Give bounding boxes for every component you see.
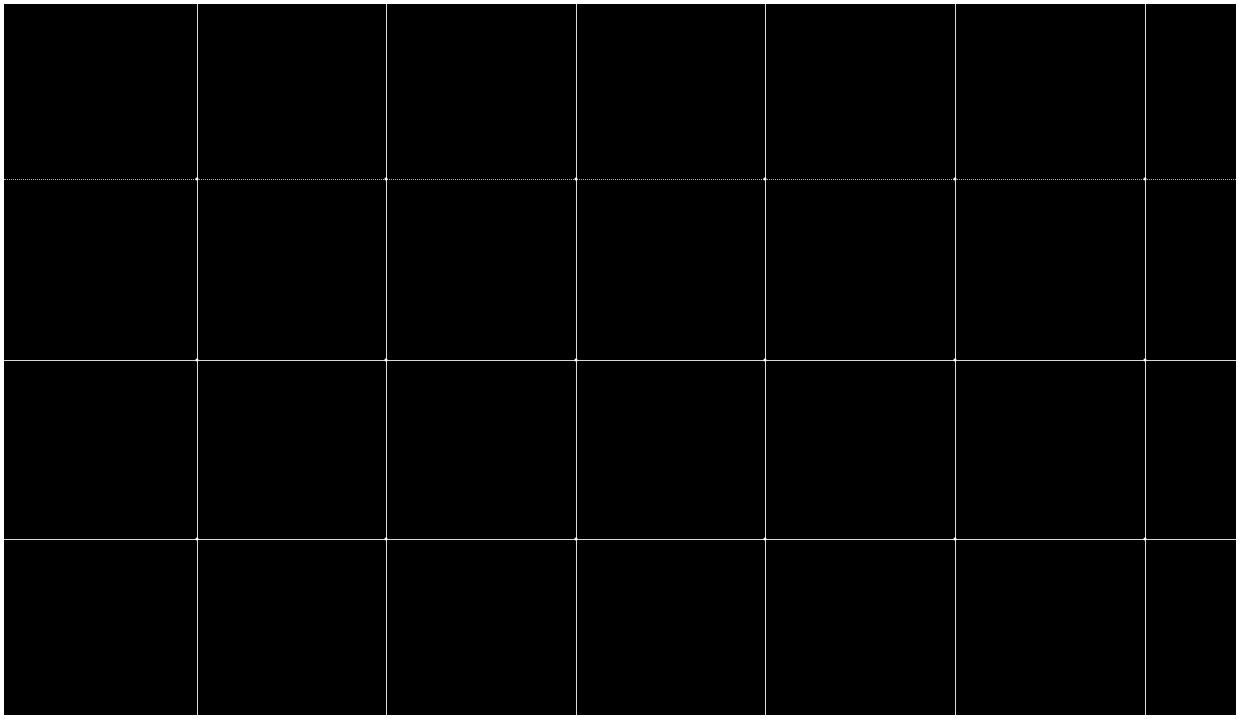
grid-intersection-dot: [954, 177, 957, 180]
grid-intersection-dot: [954, 358, 957, 361]
grid-line-horizontal: [4, 179, 1236, 180]
grid-intersection-dot: [1143, 358, 1146, 361]
grid-line-horizontal: [4, 360, 1236, 361]
grid-line-horizontal: [4, 539, 1236, 540]
grid-intersection-dot: [764, 358, 767, 361]
grid-intersection-dot: [196, 537, 199, 540]
grid-intersection-dot: [384, 537, 387, 540]
grid-intersection-dot: [196, 177, 199, 180]
grid-intersection-dot: [574, 537, 577, 540]
grid-intersection-dot: [764, 177, 767, 180]
grid-intersection-dot: [1143, 537, 1146, 540]
grid-intersection-dot: [954, 537, 957, 540]
grid-intersection-dot: [384, 177, 387, 180]
grid-intersection-dot: [574, 358, 577, 361]
grid-intersection-dot: [764, 537, 767, 540]
grid-intersection-dot: [574, 177, 577, 180]
grid-intersection-dot: [1143, 177, 1146, 180]
grid-intersection-dot: [196, 358, 199, 361]
grid-canvas: [4, 4, 1236, 715]
grid-intersection-dot: [384, 358, 387, 361]
